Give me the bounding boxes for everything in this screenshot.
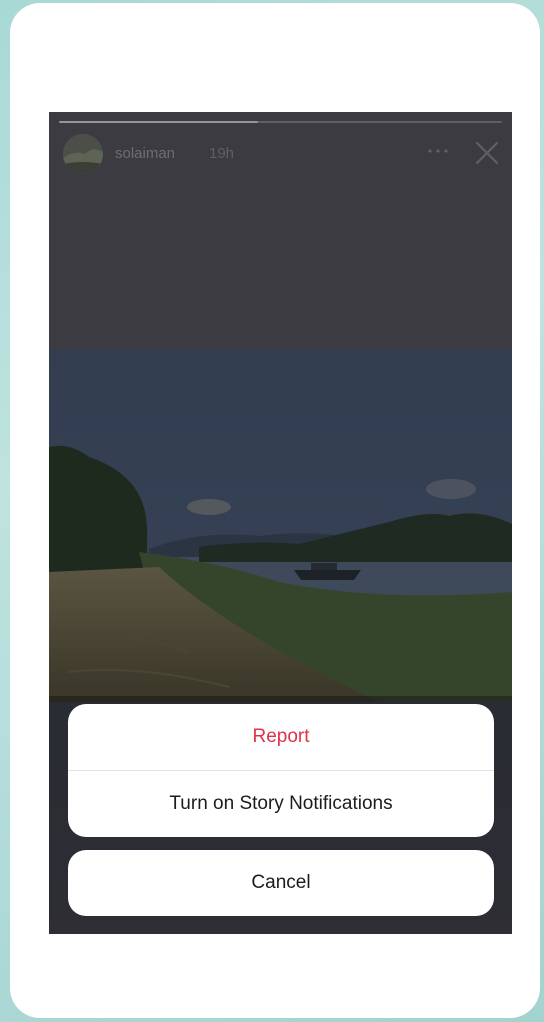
more-icon[interactable] xyxy=(426,141,450,161)
close-icon[interactable] xyxy=(474,140,500,166)
story-progress-fill xyxy=(59,121,259,123)
story-progress-bar xyxy=(59,121,502,123)
report-button[interactable]: Report xyxy=(68,704,494,770)
avatar-image xyxy=(63,134,103,174)
story-username[interactable]: solaiman xyxy=(115,145,175,162)
cancel-button[interactable]: Cancel xyxy=(68,850,494,916)
action-sheet-group: Report Turn on Story Notifications xyxy=(68,704,494,837)
story-viewer[interactable]: solaiman 19h Report Turn on Story Notifi… xyxy=(49,112,512,934)
story-timestamp: 19h xyxy=(209,145,235,162)
turn-on-story-notifications-button[interactable]: Turn on Story Notifications xyxy=(68,771,494,837)
avatar[interactable] xyxy=(63,134,103,174)
